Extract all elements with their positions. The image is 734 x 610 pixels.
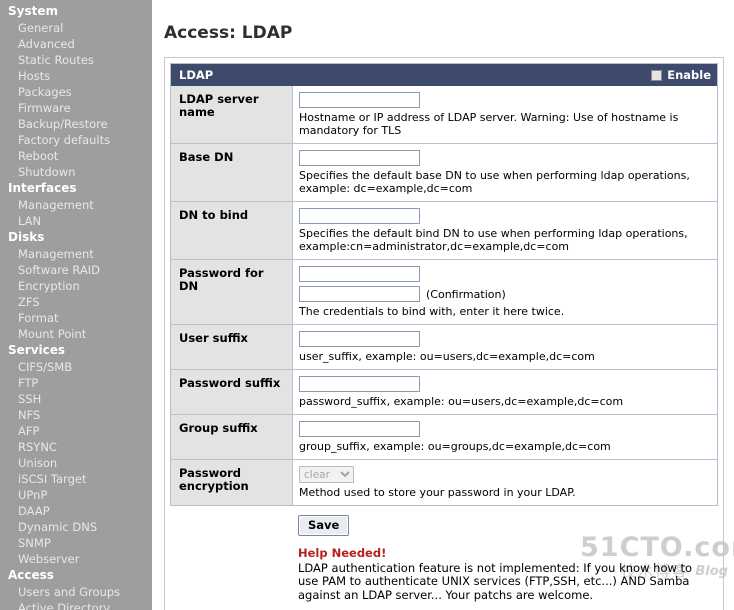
form-row-password-encryption: Password encryption clear Method used to…	[171, 460, 717, 506]
field-user-suffix: user_suffix, example: ou=users,dc=exampl…	[293, 325, 717, 369]
sidebar-item-unison[interactable]: Unison	[0, 455, 152, 471]
sidebar-item-hosts[interactable]: Hosts	[0, 68, 152, 84]
sidebar-item-cifs-smb[interactable]: CIFS/SMB	[0, 359, 152, 375]
form-row-user-suffix: User suffix user_suffix, example: ou=use…	[171, 325, 717, 371]
enable-label: Enable	[667, 68, 711, 83]
sidebar-item-general[interactable]: General	[0, 20, 152, 36]
field-password-for-dn: (Confirmation) The credentials to bind w…	[293, 260, 717, 324]
sidebar-item-snmp[interactable]: SNMP	[0, 535, 152, 551]
ldap-server-name-input[interactable]	[299, 92, 420, 109]
help-needed-block: Help Needed! LDAP authentication feature…	[298, 547, 710, 602]
help-password-suffix: password_suffix, example: ou=users,dc=ex…	[299, 395, 624, 409]
help-password-for-dn: The credentials to bind with, enter it h…	[299, 305, 565, 319]
help-needed-title: Help Needed!	[298, 546, 387, 561]
help-dn-to-bind: Specifies the default bind DN to use whe…	[299, 227, 688, 254]
sidebar-item-iscsi-target[interactable]: iSCSI Target	[0, 471, 152, 487]
password-encryption-select[interactable]: clear	[299, 466, 354, 484]
sidebar-item-ftp[interactable]: FTP	[0, 375, 152, 391]
sidebar-item-mount-point[interactable]: Mount Point	[0, 326, 152, 342]
help-base-dn: Specifies the default base DN to use whe…	[299, 169, 690, 196]
panel-title: LDAP	[179, 68, 214, 83]
sidebar-group-system: System	[8, 4, 58, 18]
label-password-suffix: Password suffix	[171, 370, 293, 415]
field-dn-to-bind: Specifies the default bind DN to use whe…	[293, 202, 717, 259]
sidebar-item-webserver[interactable]: Webserver	[0, 551, 152, 567]
main-content: Access: LDAP LDAP Enable LDAP server nam…	[152, 0, 734, 610]
sidebar-item-factory-defaults[interactable]: Factory defaults	[0, 132, 152, 148]
help-user-suffix: user_suffix, example: ou=users,dc=exampl…	[299, 350, 595, 364]
sidebar-item-advanced[interactable]: Advanced	[0, 36, 152, 52]
group-suffix-input[interactable]	[299, 421, 420, 438]
sidebar-item-zfs[interactable]: ZFS	[0, 294, 152, 310]
panel-footer: Save Help Needed! LDAP authentication fe…	[170, 506, 718, 610]
base-dn-input[interactable]	[299, 150, 420, 167]
form-row-ldap-server-name: LDAP server name Hostname or IP address …	[171, 86, 717, 145]
sidebar-item-ssh[interactable]: SSH	[0, 391, 152, 407]
sidebar-item-nfs[interactable]: NFS	[0, 407, 152, 423]
password-suffix-input[interactable]	[299, 376, 420, 393]
sidebar-item-shutdown[interactable]: Shutdown	[0, 164, 152, 180]
user-suffix-input[interactable]	[299, 331, 420, 348]
sidebar-item-dynamic-dns[interactable]: Dynamic DNS	[0, 519, 152, 535]
sidebar: System General Advanced Static Routes Ho…	[0, 0, 152, 610]
help-needed-body: LDAP authentication feature is not imple…	[298, 560, 693, 602]
sidebar-item-format[interactable]: Format	[0, 310, 152, 326]
form-row-group-suffix: Group suffix group_suffix, example: ou=g…	[171, 415, 717, 461]
form-row-base-dn: Base DN Specifies the default base DN to…	[171, 144, 717, 203]
help-password-encryption: Method used to store your password in yo…	[299, 486, 576, 500]
sidebar-item-static-routes[interactable]: Static Routes	[0, 52, 152, 68]
sidebar-item-rsync[interactable]: RSYNC	[0, 439, 152, 455]
help-group-suffix: group_suffix, example: ou=groups,dc=exam…	[299, 440, 611, 454]
sidebar-group-disks: Disks	[8, 230, 45, 244]
label-base-dn: Base DN	[171, 144, 293, 202]
page-title: Access: LDAP	[164, 23, 293, 44]
sidebar-item-users-and-groups[interactable]: Users and Groups	[0, 584, 152, 600]
sidebar-item-interfaces-management[interactable]: Management	[0, 197, 152, 213]
sidebar-item-active-directory[interactable]: Active Directory	[0, 600, 152, 610]
sidebar-item-encryption[interactable]: Encryption	[0, 278, 152, 294]
sidebar-group-access: Access	[8, 568, 54, 582]
label-password-encryption: Password encryption	[171, 460, 293, 506]
app-root: System General Advanced Static Routes Ho…	[0, 0, 734, 610]
field-password-encryption: clear Method used to store your password…	[293, 460, 717, 505]
save-button[interactable]: Save	[298, 515, 350, 537]
form-row-password-suffix: Password suffix password_suffix, example…	[171, 370, 717, 416]
password-for-dn-confirm-input[interactable]	[299, 286, 420, 303]
field-password-suffix: password_suffix, example: ou=users,dc=ex…	[293, 370, 717, 414]
sidebar-group-interfaces: Interfaces	[8, 181, 77, 195]
form-row-dn-to-bind: DN to bind Specifies the default bind DN…	[171, 202, 717, 261]
password-for-dn-input[interactable]	[299, 266, 420, 283]
ldap-settings-panel: LDAP Enable LDAP server name Hostname or…	[170, 63, 718, 507]
sidebar-item-disks-management[interactable]: Management	[0, 246, 152, 262]
sidebar-item-daap[interactable]: DAAP	[0, 503, 152, 519]
enable-checkbox[interactable]	[651, 69, 663, 81]
field-ldap-server-name: Hostname or IP address of LDAP server. W…	[293, 86, 717, 143]
sidebar-item-backup-restore[interactable]: Backup/Restore	[0, 116, 152, 132]
sidebar-item-upnp[interactable]: UPnP	[0, 487, 152, 503]
password-confirm-row: (Confirmation)	[299, 286, 709, 303]
dn-to-bind-input[interactable]	[299, 208, 420, 225]
field-group-suffix: group_suffix, example: ou=groups,dc=exam…	[293, 415, 717, 459]
password-confirm-note: (Confirmation)	[426, 287, 506, 301]
help-ldap-server-name: Hostname or IP address of LDAP server. W…	[299, 111, 679, 138]
label-group-suffix: Group suffix	[171, 415, 293, 460]
sidebar-item-packages[interactable]: Packages	[0, 84, 152, 100]
panel-header: LDAP Enable	[171, 64, 717, 87]
label-password-for-dn: Password for DN	[171, 260, 293, 325]
panel-outer-frame: LDAP Enable LDAP server name Hostname or…	[164, 57, 724, 610]
field-base-dn: Specifies the default base DN to use whe…	[293, 144, 717, 201]
label-dn-to-bind: DN to bind	[171, 202, 293, 260]
label-user-suffix: User suffix	[171, 325, 293, 370]
sidebar-item-firmware[interactable]: Firmware	[0, 100, 152, 116]
sidebar-item-afp[interactable]: AFP	[0, 423, 152, 439]
label-ldap-server-name: LDAP server name	[171, 86, 293, 144]
sidebar-item-reboot[interactable]: Reboot	[0, 148, 152, 164]
sidebar-item-software-raid[interactable]: Software RAID	[0, 262, 152, 278]
sidebar-item-lan[interactable]: LAN	[0, 213, 152, 229]
sidebar-group-services: Services	[8, 343, 66, 357]
enable-toggle[interactable]: Enable	[651, 68, 711, 82]
form-row-password-for-dn: Password for DN (Confirmation) The crede…	[171, 260, 717, 326]
